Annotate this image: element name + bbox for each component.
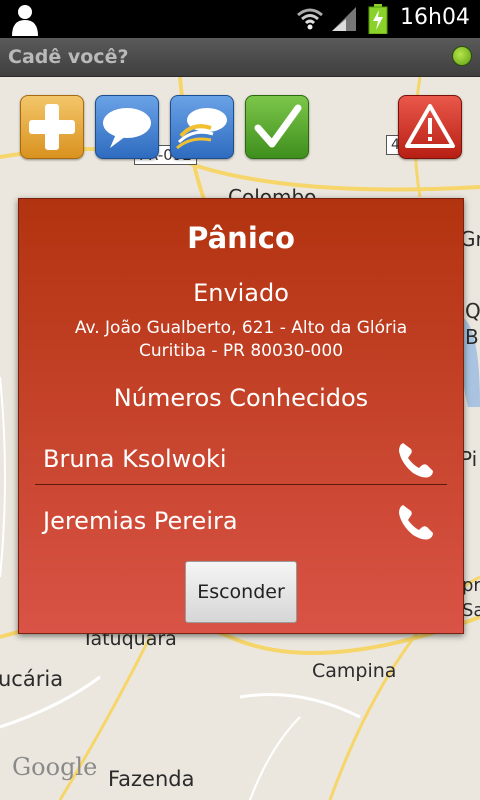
map-label-pro: pro — [462, 575, 480, 596]
map-label-q: Q — [465, 299, 480, 323]
multiple-speech-bubbles-icon — [176, 108, 227, 150]
contact-name: Jeremias Pereira — [43, 507, 238, 535]
contact-divider — [35, 484, 447, 485]
phone-icon[interactable] — [395, 439, 437, 481]
person-icon — [12, 5, 38, 36]
panic-dialog: Pânico Enviado Av. João Gualberto, 621 -… — [18, 198, 464, 634]
check-button[interactable] — [245, 95, 309, 159]
dialog-status: Enviado — [193, 279, 289, 307]
messages-button[interactable] — [170, 95, 234, 159]
signal-icon — [332, 7, 356, 31]
clock: 16h04 — [400, 5, 470, 30]
speech-bubble-icon — [103, 108, 151, 148]
map-label-b: B — [465, 325, 479, 349]
map-label-campina: Campina — [312, 660, 397, 682]
message-button[interactable] — [95, 95, 159, 159]
status-indicator — [452, 46, 472, 66]
status-bar: 16h04 — [0, 0, 480, 38]
contact-row[interactable]: Bruna Ksolwoki — [35, 439, 447, 483]
dialog-title: Pânico — [187, 221, 295, 255]
contact-row[interactable]: Jeremias Pereira — [35, 501, 447, 545]
map-label-fazenda: Fazenda — [108, 767, 195, 791]
app-bar: Cadê você? — [0, 38, 480, 77]
known-numbers-heading: Números Conhecidos — [113, 384, 369, 412]
phone-icon[interactable] — [395, 501, 437, 543]
app-title: Cadê você? — [8, 46, 129, 68]
panic-button[interactable] — [398, 95, 462, 159]
add-button[interactable] — [20, 95, 84, 159]
address-line-1: Av. João Gualberto, 621 - Alto da Glória — [74, 318, 408, 338]
address-line-2: Curitiba - PR 80030-000 — [138, 341, 344, 361]
google-logo: Google — [12, 753, 98, 781]
contact-name: Bruna Ksolwoki — [43, 445, 227, 473]
warning-triangle-icon — [405, 104, 455, 148]
battery-charging-icon — [368, 4, 388, 34]
plus-icon — [29, 104, 75, 150]
hide-button[interactable]: Esconder — [185, 561, 297, 623]
map-label-sa: Sa — [462, 600, 480, 621]
wifi-icon — [297, 8, 323, 30]
checkmark-icon — [254, 104, 302, 148]
dialog-address: Av. João Gualberto, 621 - Alto da Glória… — [19, 317, 463, 363]
map-label-araucaria: ucária — [0, 667, 64, 691]
